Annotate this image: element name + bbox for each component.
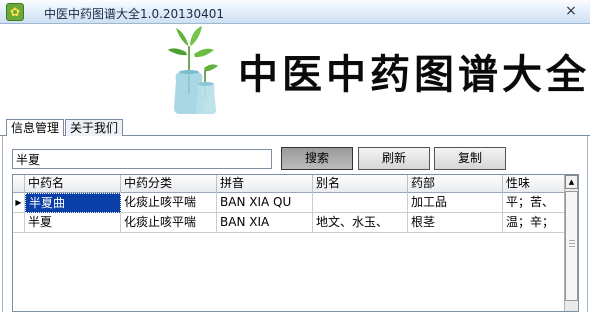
grip-line bbox=[569, 243, 575, 244]
table-cell[interactable]: 化痰止咳平喘 bbox=[121, 213, 217, 233]
title-bar: ✿ 中医中药图谱大全1.0.20130401 × bbox=[0, 0, 590, 24]
tab-info-management[interactable]: 信息管理 bbox=[6, 119, 65, 137]
table-cell[interactable]: 地文、水玉、 bbox=[313, 213, 408, 233]
column-header[interactable]: 别名 bbox=[313, 175, 408, 193]
table-cell[interactable]: 化痰止咳平喘 bbox=[121, 193, 217, 213]
herb-table[interactable]: 中药名 中药分类 拼音 别名 药部 性味 ▶ 半夏曲 化痰止咳平喘 BAN XI… bbox=[12, 174, 579, 312]
row-indicator bbox=[13, 213, 25, 233]
current-row-indicator: ▶ bbox=[13, 193, 25, 213]
refresh-button[interactable]: 刷新 bbox=[358, 147, 430, 170]
column-header[interactable]: 性味 bbox=[503, 175, 566, 193]
vertical-scrollbar[interactable]: ▲ bbox=[564, 175, 578, 311]
table-cell[interactable]: 平；苦、 bbox=[503, 193, 566, 213]
grip-line bbox=[569, 240, 575, 241]
column-header[interactable]: 中药名 bbox=[25, 175, 121, 193]
search-input[interactable] bbox=[12, 149, 272, 169]
table-cell[interactable]: 加工品 bbox=[408, 193, 503, 213]
table-row[interactable]: 半夏 化痰止咳平喘 BAN XIA 地文、水玉、 根茎 温；辛； bbox=[13, 213, 566, 233]
table-header: 中药名 中药分类 拼音 别名 药部 性味 bbox=[13, 175, 566, 193]
table-cell[interactable]: 半夏曲 bbox=[25, 193, 121, 213]
table-cell[interactable]: BAN XIA QU bbox=[217, 193, 313, 213]
app-icon: ✿ bbox=[6, 3, 24, 21]
column-header[interactable]: 拼音 bbox=[217, 175, 313, 193]
table-cell[interactable]: 温；辛； bbox=[503, 213, 566, 233]
banner: 中医中药图谱大全 bbox=[0, 24, 590, 116]
table-cell[interactable]: 根茎 bbox=[408, 213, 503, 233]
grip-line bbox=[569, 246, 575, 247]
table-cell[interactable]: BAN XIA bbox=[217, 213, 313, 233]
scroll-up-arrow-icon[interactable]: ▲ bbox=[565, 175, 578, 189]
window-title: 中医中药图谱大全1.0.20130401 bbox=[44, 7, 224, 21]
close-button[interactable]: × bbox=[558, 1, 584, 21]
table-row[interactable]: ▶ 半夏曲 化痰止咳平喘 BAN XIA QU 加工品 平；苦、 bbox=[13, 193, 566, 213]
column-header[interactable]: 药部 bbox=[408, 175, 503, 193]
search-button[interactable]: 搜索 bbox=[281, 147, 353, 170]
copy-button[interactable]: 复制 bbox=[434, 147, 506, 170]
tab-about-us[interactable]: 关于我们 bbox=[65, 119, 124, 136]
banner-title: 中医中药图谱大全 bbox=[238, 51, 590, 98]
table-cell[interactable] bbox=[313, 193, 408, 213]
column-header[interactable]: 中药分类 bbox=[121, 175, 217, 193]
herb-vase-logo bbox=[168, 26, 218, 114]
scroll-thumb[interactable] bbox=[565, 191, 578, 301]
tab-strip: 信息管理 关于我们 bbox=[0, 118, 590, 137]
table-cell[interactable]: 半夏 bbox=[25, 213, 121, 233]
header-indicator-cell bbox=[13, 175, 25, 193]
